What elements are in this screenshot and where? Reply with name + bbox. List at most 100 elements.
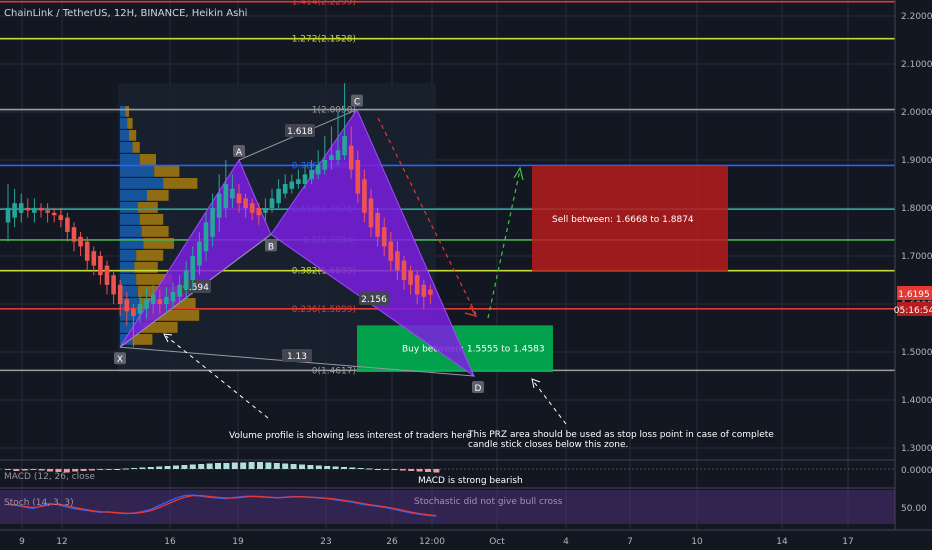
candle-body	[203, 222, 209, 252]
candle-body	[111, 275, 116, 295]
macd-hist-bar	[223, 463, 230, 469]
macd-label: MACD (12, 26, close	[4, 472, 95, 482]
macd-hist-bar	[307, 465, 314, 469]
trading-chart[interactable]: 1.414(2.2299)1.272(2.1528)1(2.0050)0.786…	[0, 0, 932, 550]
annotation-text: candle stick closes below this zone.	[468, 440, 628, 450]
price-tick: 2.2000	[901, 12, 932, 22]
macd-hist-bar	[425, 469, 431, 472]
macd-hist-bar	[391, 469, 398, 470]
candle-body	[375, 212, 380, 237]
time-tick: 19	[232, 537, 244, 547]
fib-label: 1(2.0050)	[312, 106, 356, 116]
macd-hist-bar	[433, 469, 440, 473]
profile-bar-down	[132, 142, 140, 153]
candle-body	[388, 241, 394, 261]
fib-label: 1.272(2.1528)	[292, 35, 356, 45]
candle-body	[368, 198, 374, 228]
candle-body	[282, 184, 288, 194]
candle-body	[421, 284, 427, 297]
candle-body	[230, 188, 235, 199]
macd-hist-bar	[282, 463, 289, 469]
candle-body	[18, 203, 24, 213]
macd-hist-bar	[257, 462, 263, 469]
candle-body	[197, 241, 202, 266]
pattern-point-label: D	[475, 384, 482, 394]
annotation-text: This PRZ area should be used as stop los…	[467, 430, 774, 440]
macd-hist-bar	[97, 469, 104, 470]
candle-body	[249, 203, 255, 213]
time-tick: 17	[842, 537, 853, 547]
time-tick: 7	[627, 537, 633, 547]
candle-body	[32, 208, 37, 213]
pattern-point-label: A	[236, 148, 243, 158]
time-tick: 26	[386, 537, 398, 547]
candle-body	[269, 198, 275, 208]
candle-body	[117, 284, 123, 304]
symbol-title: ChainLink / TetherUS, 12H, BINANCE, Heik…	[4, 8, 247, 19]
profile-bar-up	[120, 214, 140, 225]
macd-hist-bar	[341, 467, 347, 469]
candle-body	[71, 227, 77, 242]
candle-body	[91, 251, 97, 266]
profile-bar-up	[120, 178, 164, 189]
macd-hist-bar	[147, 467, 154, 469]
candle-body	[289, 181, 295, 189]
candle-body	[315, 164, 321, 175]
candle-body	[65, 217, 70, 232]
profile-bar-up	[120, 298, 140, 309]
candle-body	[124, 299, 130, 312]
candle-body	[236, 193, 242, 204]
candle-body	[342, 136, 347, 156]
candle-body	[329, 155, 334, 160]
macd-hist-bar	[248, 462, 255, 469]
stoch-band	[0, 490, 895, 524]
profile-bar-up	[120, 118, 128, 129]
price-tick: 2.0000	[901, 108, 932, 118]
candle-body	[263, 208, 268, 213]
sell-zone-label: Sell between: 1.6668 to 1.8874	[552, 215, 694, 225]
price-tick: 1.8000	[901, 204, 932, 214]
macd-hist-bar	[324, 466, 331, 469]
macd-hist-bar	[416, 469, 423, 472]
profile-bar-down	[163, 178, 198, 189]
candle-body	[276, 188, 281, 204]
profile-bar-up	[120, 142, 133, 153]
candle-body	[84, 241, 90, 261]
macd-hist-bar	[139, 467, 146, 469]
annotation-text: Volume profile is showing less interest …	[229, 431, 472, 441]
candle-body	[401, 260, 407, 280]
macd-hist-bar	[89, 469, 95, 471]
macd-hist-bar	[374, 469, 381, 470]
profile-bar-up	[120, 286, 138, 297]
macd-hist-bar	[357, 468, 364, 469]
time-tick: 16	[164, 537, 176, 547]
macd-hist-bar	[114, 469, 121, 470]
fib-label: 0(1.4617)	[312, 366, 356, 376]
macd-hist-bar	[30, 469, 37, 470]
candle-body	[348, 145, 354, 170]
macd-hist-bar	[349, 467, 356, 469]
candle-body	[381, 227, 387, 247]
fib-label: 1.414(2.2299)	[292, 0, 356, 8]
fib-label: 0.236(1.5899)	[292, 305, 356, 315]
macd-hist-bar	[105, 469, 112, 470]
macd-hist-bar	[181, 465, 188, 469]
profile-bar-up	[120, 202, 138, 213]
candle-body	[12, 203, 17, 218]
profile-bar-up	[120, 226, 142, 237]
time-tick: 10	[691, 537, 703, 547]
macd-hist-bar	[332, 466, 339, 469]
time-tick: 23	[320, 537, 331, 547]
macd-hist-bar	[231, 462, 238, 469]
profile-bar-up	[120, 190, 147, 201]
macd-hist-bar	[131, 468, 137, 469]
time-tick: 4	[563, 537, 569, 547]
profile-bar-up	[120, 130, 129, 141]
candle-body	[25, 208, 31, 211]
annotation-text: MACD is strong bearish	[418, 476, 523, 486]
macd-hist-bar	[366, 468, 373, 470]
macd-hist-bar	[240, 462, 247, 469]
time-tick: 12:00	[419, 537, 445, 547]
buy-zone-label: Buy between: 1.5555 to 1.4583	[402, 345, 545, 355]
candle-body	[144, 299, 149, 309]
